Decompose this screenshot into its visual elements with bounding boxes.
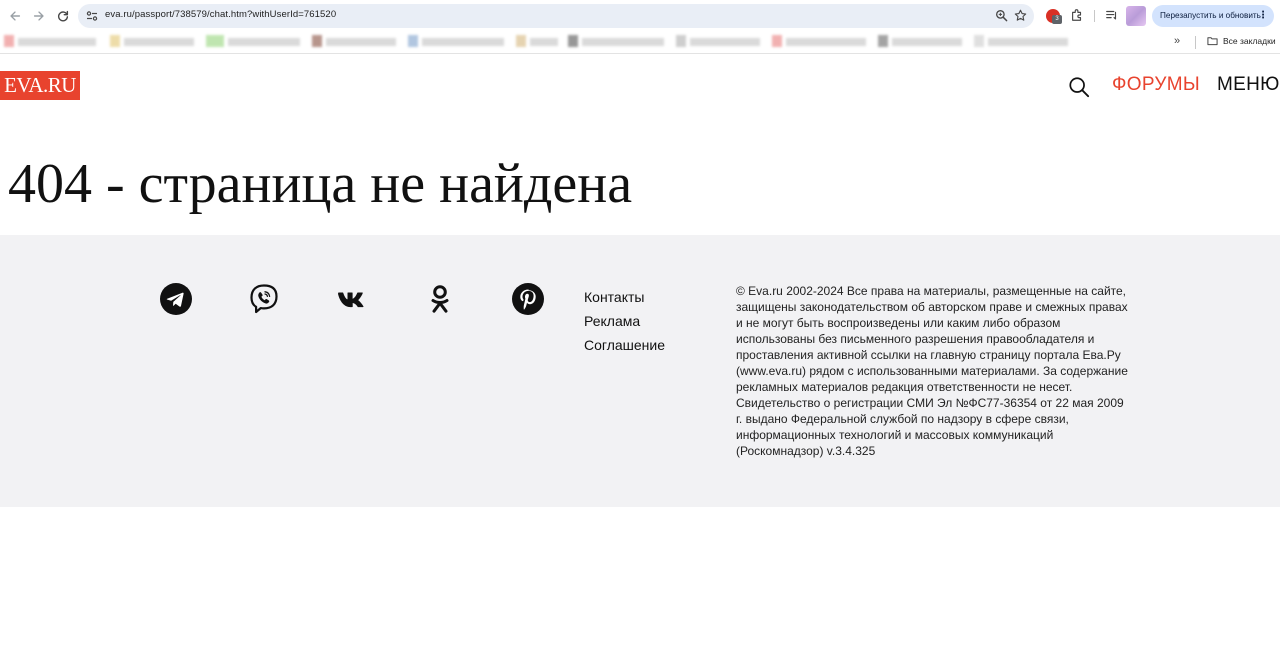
bookmark-item[interactable] [974, 32, 1070, 52]
bookmark-item[interactable] [772, 32, 868, 52]
bookmark-item[interactable] [110, 32, 196, 52]
all-bookmarks-button[interactable]: Все закладки [1207, 36, 1276, 46]
bookmarks-bar: » Все закладки [0, 32, 1280, 54]
more-bookmarks-button[interactable]: » [1174, 35, 1180, 47]
bookmark-star-icon[interactable] [1014, 9, 1027, 22]
arrow-left-icon [10, 11, 21, 21]
extensions-button[interactable] [1069, 7, 1085, 23]
site-header: EVA.RU ФОРУМЫ МЕНЮ [0, 55, 1280, 119]
extension-badge: 3 [1052, 15, 1062, 24]
restart-update-button[interactable]: Перезапустить и обновить ⋮ [1152, 5, 1274, 27]
agreement-link[interactable]: Соглашение [584, 333, 665, 357]
restart-update-label: Перезапустить и обновить [1160, 11, 1261, 20]
footer-links: Контакты Реклама Соглашение [584, 285, 665, 357]
site-logo[interactable]: EVA.RU [0, 71, 80, 100]
viber-icon[interactable] [248, 283, 280, 315]
advertising-link[interactable]: Реклама [584, 309, 665, 333]
url-text[interactable]: eva.ru/passport/738579/chat.htm?withUser… [105, 9, 336, 20]
bookmark-item[interactable] [878, 32, 964, 52]
bookmark-item[interactable] [568, 32, 666, 52]
zoom-icon[interactable] [995, 9, 1008, 22]
puzzle-icon [1072, 9, 1082, 21]
forward-button[interactable] [30, 7, 48, 25]
bookmark-item[interactable] [206, 32, 302, 52]
contacts-link[interactable]: Контакты [584, 285, 665, 309]
bookmark-item[interactable] [312, 32, 398, 52]
menu-button[interactable]: МЕНЮ [1217, 74, 1280, 96]
copyright-text: © Eva.ru 2002-2024 Все права на материал… [736, 284, 1128, 458]
reading-list-button[interactable] [1104, 7, 1120, 23]
more-menu-icon[interactable]: ⋮ [1258, 5, 1268, 27]
address-bar[interactable]: eva.ru/passport/738579/chat.htm?withUser… [78, 4, 1034, 28]
forums-link[interactable]: ФОРУМЫ [1112, 74, 1200, 96]
toolbar-divider [1094, 10, 1095, 22]
bookmark-item[interactable] [676, 32, 762, 52]
reading-list-icon [1106, 10, 1117, 20]
site-settings-icon[interactable] [86, 10, 98, 22]
browser-toolbar: eva.ru/passport/738579/chat.htm?withUser… [0, 0, 1280, 32]
page-title: 404 - страница не найдена [8, 153, 633, 215]
telegram-icon[interactable] [160, 283, 192, 315]
bookmark-item[interactable] [408, 32, 506, 52]
reload-button[interactable] [54, 7, 72, 25]
arrow-right-icon [33, 11, 44, 21]
bookmarks-divider [1195, 36, 1196, 49]
profile-avatar[interactable] [1126, 6, 1146, 26]
pinterest-icon[interactable] [512, 283, 544, 315]
all-bookmarks-label: Все закладки [1223, 36, 1276, 46]
odnoklassniki-icon[interactable] [424, 283, 456, 315]
search-icon[interactable] [1068, 76, 1090, 98]
reload-icon [57, 10, 69, 22]
bookmark-item[interactable] [4, 32, 100, 52]
footer: Контакты Реклама Соглашение © Eva.ru 200… [0, 235, 1280, 507]
folder-icon [1207, 37, 1218, 46]
back-button[interactable] [6, 7, 24, 25]
bookmark-item[interactable] [516, 32, 560, 52]
vk-icon[interactable] [336, 283, 368, 315]
